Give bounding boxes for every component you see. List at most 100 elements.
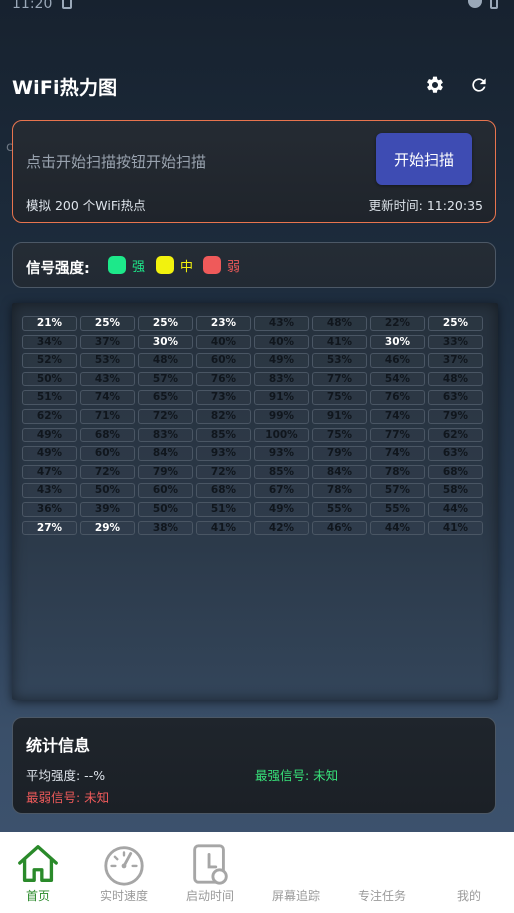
heatmap-cell[interactable]: 48% <box>312 316 367 331</box>
heatmap-cell[interactable]: 55% <box>312 501 367 517</box>
heatmap-cell[interactable]: 68% <box>196 483 251 498</box>
heatmap-cell[interactable]: 43% <box>254 316 309 331</box>
heatmap-cell[interactable]: 100% <box>254 427 309 443</box>
heatmap-cell[interactable]: 48% <box>428 371 483 387</box>
heatmap-cell[interactable]: 25% <box>138 316 193 331</box>
heatmap-cell[interactable]: 52% <box>22 353 77 368</box>
heatmap-cell[interactable]: 49% <box>22 427 77 443</box>
heatmap-cell[interactable]: 60% <box>80 446 135 461</box>
heatmap-cell[interactable]: 93% <box>254 446 309 461</box>
heatmap-cell[interactable]: 25% <box>428 316 483 331</box>
heatmap-cell[interactable]: 84% <box>312 464 367 480</box>
heatmap-cell[interactable]: 46% <box>370 353 425 368</box>
heatmap-cell[interactable]: 79% <box>138 464 193 480</box>
heatmap-cell[interactable]: 72% <box>80 464 135 480</box>
heatmap-cell[interactable]: 73% <box>196 390 251 405</box>
heatmap-cell[interactable]: 74% <box>80 390 135 405</box>
heatmap-cell[interactable]: 48% <box>138 353 193 368</box>
heatmap-cell[interactable]: 34% <box>22 334 77 350</box>
heatmap-cell[interactable]: 57% <box>138 371 193 387</box>
heatmap-cell[interactable]: 63% <box>428 446 483 461</box>
heatmap-cell[interactable]: 77% <box>370 427 425 443</box>
heatmap-cell[interactable]: 49% <box>254 353 309 368</box>
heatmap-cell[interactable]: 99% <box>254 408 309 424</box>
heatmap-cell[interactable]: 91% <box>312 408 367 424</box>
heatmap-cell[interactable]: 79% <box>428 408 483 424</box>
heatmap-cell[interactable]: 40% <box>254 334 309 350</box>
heatmap-cell[interactable]: 82% <box>196 408 251 424</box>
heatmap-cell[interactable]: 36% <box>22 501 77 517</box>
heatmap-cell[interactable]: 79% <box>312 446 367 461</box>
heatmap-cell[interactable]: 72% <box>138 408 193 424</box>
heatmap-cell[interactable]: 46% <box>312 520 367 536</box>
heatmap-cell[interactable]: 30% <box>138 334 193 350</box>
heatmap-cell[interactable]: 30% <box>370 334 425 350</box>
heatmap-cell[interactable]: 77% <box>312 371 367 387</box>
nav-item-startup[interactable]: 启动时间 <box>167 832 253 913</box>
heatmap-cell[interactable]: 62% <box>22 408 77 424</box>
heatmap-cell[interactable]: 60% <box>138 483 193 498</box>
start-scan-button[interactable]: 开始扫描 <box>376 133 472 185</box>
heatmap-cell[interactable]: 51% <box>22 390 77 405</box>
heatmap-cell[interactable]: 47% <box>22 464 77 480</box>
heatmap-cell[interactable]: 85% <box>254 464 309 480</box>
heatmap-cell[interactable]: 50% <box>22 371 77 387</box>
heatmap-cell[interactable]: 39% <box>80 501 135 517</box>
heatmap-cell[interactable]: 41% <box>196 520 251 536</box>
heatmap-cell[interactable]: 60% <box>196 353 251 368</box>
heatmap-cell[interactable]: 40% <box>196 334 251 350</box>
heatmap-cell[interactable]: 55% <box>370 501 425 517</box>
heatmap-cell[interactable]: 42% <box>254 520 309 536</box>
heatmap-cell[interactable]: 41% <box>428 520 483 536</box>
refresh-icon[interactable] <box>469 75 489 95</box>
heatmap-cell[interactable]: 58% <box>428 483 483 498</box>
heatmap-cell[interactable]: 67% <box>254 483 309 498</box>
nav-item-speed[interactable]: 实时速度 <box>81 832 167 913</box>
nav-item-focus[interactable]: 专注任务 <box>339 832 425 913</box>
heatmap-cell[interactable]: 74% <box>370 446 425 461</box>
heatmap-cell[interactable]: 57% <box>370 483 425 498</box>
heatmap-cell[interactable]: 75% <box>312 390 367 405</box>
heatmap-cell[interactable]: 78% <box>370 464 425 480</box>
heatmap-cell[interactable]: 25% <box>80 316 135 331</box>
heatmap-cell[interactable]: 78% <box>312 483 367 498</box>
heatmap-cell[interactable]: 76% <box>196 371 251 387</box>
heatmap-cell[interactable]: 71% <box>80 408 135 424</box>
heatmap-cell[interactable]: 33% <box>428 334 483 350</box>
heatmap-cell[interactable]: 29% <box>80 520 135 536</box>
heatmap-cell[interactable]: 21% <box>22 316 77 331</box>
nav-item-screen-track[interactable]: 屏幕追踪 <box>253 832 339 913</box>
heatmap-cell[interactable]: 49% <box>22 446 77 461</box>
heatmap-cell[interactable]: 51% <box>196 501 251 517</box>
gear-icon[interactable] <box>425 75 445 95</box>
heatmap-cell[interactable]: 44% <box>370 520 425 536</box>
heatmap-cell[interactable]: 41% <box>312 334 367 350</box>
heatmap-cell[interactable]: 53% <box>312 353 367 368</box>
heatmap-cell[interactable]: 68% <box>80 427 135 443</box>
heatmap-cell[interactable]: 75% <box>312 427 367 443</box>
nav-item-profile[interactable]: 我的 <box>426 832 512 913</box>
heatmap-cell[interactable]: 53% <box>80 353 135 368</box>
heatmap-cell[interactable]: 84% <box>138 446 193 461</box>
heatmap-cell[interactable]: 43% <box>80 371 135 387</box>
heatmap-cell[interactable]: 65% <box>138 390 193 405</box>
heatmap-cell[interactable]: 50% <box>80 483 135 498</box>
heatmap-cell[interactable]: 37% <box>80 334 135 350</box>
heatmap-cell[interactable]: 85% <box>196 427 251 443</box>
heatmap-cell[interactable]: 54% <box>370 371 425 387</box>
heatmap-cell[interactable]: 91% <box>254 390 309 405</box>
heatmap-cell[interactable]: 76% <box>370 390 425 405</box>
heatmap-cell[interactable]: 93% <box>196 446 251 461</box>
heatmap-cell[interactable]: 23% <box>196 316 251 331</box>
heatmap-cell[interactable]: 37% <box>428 353 483 368</box>
heatmap-cell[interactable]: 43% <box>22 483 77 498</box>
heatmap-cell[interactable]: 68% <box>428 464 483 480</box>
heatmap-cell[interactable]: 38% <box>138 520 193 536</box>
heatmap-cell[interactable]: 62% <box>428 427 483 443</box>
heatmap-cell[interactable]: 22% <box>370 316 425 331</box>
heatmap-cell[interactable]: 44% <box>428 501 483 517</box>
heatmap-cell[interactable]: 63% <box>428 390 483 405</box>
heatmap-cell[interactable]: 72% <box>196 464 251 480</box>
heatmap-cell[interactable]: 83% <box>138 427 193 443</box>
heatmap-cell[interactable]: 83% <box>254 371 309 387</box>
